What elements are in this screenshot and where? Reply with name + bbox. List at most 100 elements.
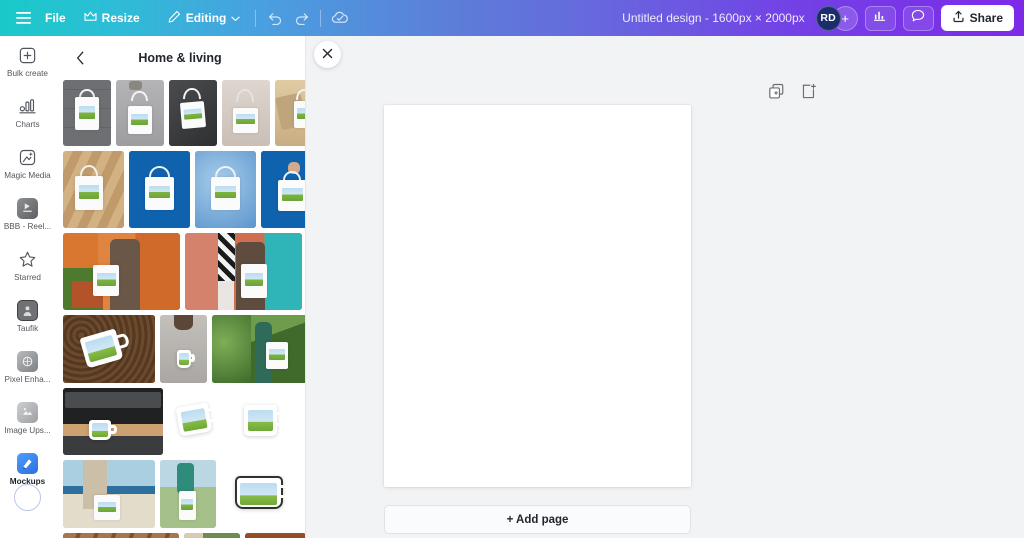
chevron-left-icon[interactable] bbox=[67, 45, 93, 71]
top-toolbar: File Resize Editing Untitled design - 16… bbox=[0, 0, 1024, 36]
bbb-reel-icon bbox=[17, 198, 39, 220]
sidebar-item-label: Image Ups... bbox=[4, 426, 51, 435]
undo-icon[interactable] bbox=[262, 5, 288, 31]
sidebar-item-magic-media[interactable]: Magic Media bbox=[0, 138, 55, 189]
mockup-thumb[interactable] bbox=[184, 533, 240, 538]
bulk-create-icon bbox=[17, 45, 39, 67]
grid-row bbox=[63, 151, 305, 228]
resize-button[interactable]: Resize bbox=[75, 5, 149, 31]
close-panel-button[interactable] bbox=[314, 41, 341, 68]
close-icon bbox=[322, 46, 333, 64]
bar-chart-icon bbox=[873, 9, 887, 27]
file-menu-button[interactable]: File bbox=[36, 5, 75, 31]
panel-header: Home & living bbox=[55, 36, 305, 80]
sidebar-item-label: Taufik bbox=[16, 324, 39, 333]
mockup-thumb[interactable] bbox=[275, 80, 305, 146]
redo-icon[interactable] bbox=[288, 5, 314, 31]
comment-icon bbox=[911, 9, 925, 28]
sidebar-item-label: BBB - Reel... bbox=[3, 222, 52, 231]
grid-row bbox=[63, 80, 305, 146]
pencil-icon bbox=[168, 10, 181, 26]
grid-row bbox=[63, 388, 297, 455]
sidebar-item-label: Bulk create bbox=[7, 69, 48, 78]
resize-label: Resize bbox=[101, 11, 140, 25]
mockup-thumb[interactable] bbox=[234, 388, 295, 455]
grid-row bbox=[63, 460, 305, 528]
sidebar-item-image-upscaler[interactable]: Image Ups... bbox=[0, 393, 55, 444]
page-tools bbox=[306, 82, 1024, 101]
mockup-thumb[interactable] bbox=[195, 151, 256, 228]
image-upscaler-icon bbox=[17, 402, 39, 424]
sidebar-item-label: Pixel Enha... bbox=[4, 375, 51, 384]
document-title: Untitled design - 1600px × 2000px bbox=[622, 11, 805, 25]
star-icon bbox=[17, 249, 39, 271]
canva-editor-window: File Resize Editing Untitled design - 16… bbox=[0, 0, 1024, 538]
mockup-thumb[interactable] bbox=[222, 80, 270, 146]
share-button[interactable]: Share bbox=[940, 5, 1014, 31]
cloud-check-icon[interactable] bbox=[327, 5, 353, 31]
mockup-thumb[interactable] bbox=[221, 460, 305, 528]
sidebar-item-label: Starred bbox=[14, 273, 41, 282]
grid-row bbox=[63, 315, 305, 383]
comments-button[interactable] bbox=[902, 5, 934, 31]
mockup-thumb[interactable] bbox=[129, 151, 190, 228]
add-page-label: + Add page bbox=[506, 513, 569, 526]
insights-button[interactable] bbox=[864, 5, 896, 31]
editor-area: + Add page bbox=[306, 36, 1024, 538]
share-label: Share bbox=[969, 11, 1003, 25]
mockup-thumb[interactable] bbox=[63, 233, 180, 310]
magic-media-icon bbox=[17, 147, 39, 169]
mockup-thumb[interactable] bbox=[185, 233, 302, 310]
mockup-thumb[interactable] bbox=[261, 151, 305, 228]
file-label: File bbox=[45, 11, 66, 25]
share-upload-icon bbox=[952, 10, 965, 26]
mockup-thumb[interactable] bbox=[63, 151, 124, 228]
mockup-thumb[interactable] bbox=[245, 533, 305, 538]
grid-row bbox=[63, 233, 302, 310]
sidebar-item-charts[interactable]: Charts bbox=[0, 87, 55, 138]
mockup-thumb[interactable] bbox=[63, 315, 155, 383]
mockup-grid[interactable] bbox=[55, 80, 305, 538]
sidebar-item-label: Magic Media bbox=[4, 171, 51, 180]
mockup-thumb[interactable] bbox=[63, 80, 111, 146]
pixel-enhancer-icon bbox=[17, 351, 39, 373]
editing-mode-button[interactable]: Editing bbox=[159, 5, 250, 31]
toolbar-left-group: File Resize Editing bbox=[0, 5, 353, 31]
sidebar-item-bulk-create[interactable]: Bulk create bbox=[0, 36, 55, 87]
add-page-icon[interactable] bbox=[800, 82, 819, 101]
mockup-thumb[interactable] bbox=[63, 533, 179, 538]
mockup-thumb[interactable] bbox=[160, 460, 216, 528]
toolbar-divider-2 bbox=[320, 9, 322, 27]
add-page-button[interactable]: + Add page bbox=[384, 505, 691, 534]
crown-icon bbox=[84, 11, 97, 25]
sidebar-item-pixel-enhancer[interactable]: Pixel Enha... bbox=[0, 342, 55, 393]
sidebar-rail: Bulk create Charts Magic Media BBB - Ree… bbox=[0, 36, 55, 538]
editing-label: Editing bbox=[185, 11, 227, 25]
mockup-thumb[interactable] bbox=[63, 388, 163, 455]
hamburger-icon[interactable] bbox=[10, 5, 36, 31]
sidebar-item-bbb-reel[interactable]: BBB - Reel... bbox=[0, 189, 55, 240]
chevron-down-icon bbox=[231, 11, 241, 25]
mockup-thumb[interactable] bbox=[63, 460, 155, 528]
design-canvas[interactable] bbox=[384, 105, 691, 487]
sidebar-item-label: Charts bbox=[15, 120, 40, 129]
collaborators-group: RD + bbox=[815, 5, 858, 31]
sidebar-item-mockups[interactable]: Mockups bbox=[0, 444, 55, 511]
duplicate-page-icon[interactable] bbox=[767, 82, 786, 101]
mockup-thumb[interactable] bbox=[169, 80, 217, 146]
toolbar-right-group: Untitled design - 1600px × 2000px RD + S… bbox=[622, 5, 1024, 31]
mockups-icon bbox=[17, 453, 39, 475]
mockup-thumb[interactable] bbox=[168, 388, 229, 455]
toolbar-divider-1 bbox=[255, 9, 257, 27]
mockups-panel: Home & living bbox=[55, 36, 306, 538]
avatar[interactable]: RD bbox=[815, 5, 841, 31]
sidebar-item-partial-next[interactable] bbox=[14, 484, 41, 511]
sidebar-item-taufik[interactable]: Taufik bbox=[0, 291, 55, 342]
sidebar-item-starred[interactable]: Starred bbox=[0, 240, 55, 291]
mockup-thumb[interactable] bbox=[160, 315, 207, 383]
taufik-icon bbox=[17, 300, 39, 322]
mockup-thumb[interactable] bbox=[116, 80, 164, 146]
charts-icon bbox=[17, 96, 39, 118]
mockup-thumb[interactable] bbox=[212, 315, 305, 383]
grid-row bbox=[63, 533, 305, 538]
